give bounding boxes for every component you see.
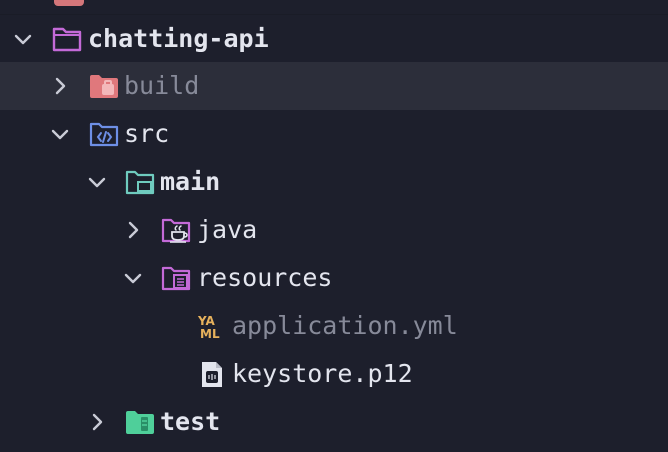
tree-item-label: java [197,215,258,244]
tree-item-label: src [124,119,170,148]
tree-item-application-yml[interactable]: YA ML application.yml [0,302,668,350]
tree-item-label: build [124,71,200,100]
tree-item-java[interactable]: java [0,206,668,254]
tree-item-label: chatting-api [88,24,269,53]
tree-item-label: application.yml [232,311,458,340]
chevron-down-icon[interactable] [48,122,72,146]
tree-item-main[interactable]: main [0,158,668,206]
tree-item-label: keystore.p12 [232,359,413,388]
chevron-right-icon[interactable] [85,410,109,434]
folder-icon [54,0,84,6]
chevron-right-icon[interactable] [121,218,145,242]
test-folder-icon [126,411,154,434]
svg-text:ML: ML [200,327,220,340]
tree-item-resources[interactable]: resources [0,254,668,302]
tree-item-keystore-p12[interactable]: keystore.p12 [0,350,668,398]
chevron-right-icon[interactable] [48,74,72,98]
main-folder-icon [125,170,155,195]
tree-item-test[interactable]: test [0,398,668,446]
svg-text:YA: YA [197,314,216,328]
tree-item-src[interactable]: src [0,110,668,158]
tree-item-label: test [160,407,221,436]
chevron-down-icon[interactable] [85,170,109,194]
tree-item-build[interactable]: build [0,62,668,110]
java-folder-icon [161,218,191,243]
project-tree: chatting-api build src main java resourc… [0,0,668,452]
chevron-down-icon[interactable] [121,266,145,290]
excluded-folder-icon [90,75,118,98]
tree-item-chatting-api[interactable]: chatting-api [0,15,668,63]
previous-tree-row [0,0,668,15]
module-folder-icon [52,27,82,52]
tree-item-label: resources [197,263,333,292]
keystore-file-icon [202,362,222,387]
resources-folder-icon [161,266,191,291]
tree-item-label: main [160,167,221,196]
yaml-file-icon: YA ML [197,314,220,340]
chevron-down-icon[interactable] [11,27,35,51]
source-folder-icon [89,122,119,147]
